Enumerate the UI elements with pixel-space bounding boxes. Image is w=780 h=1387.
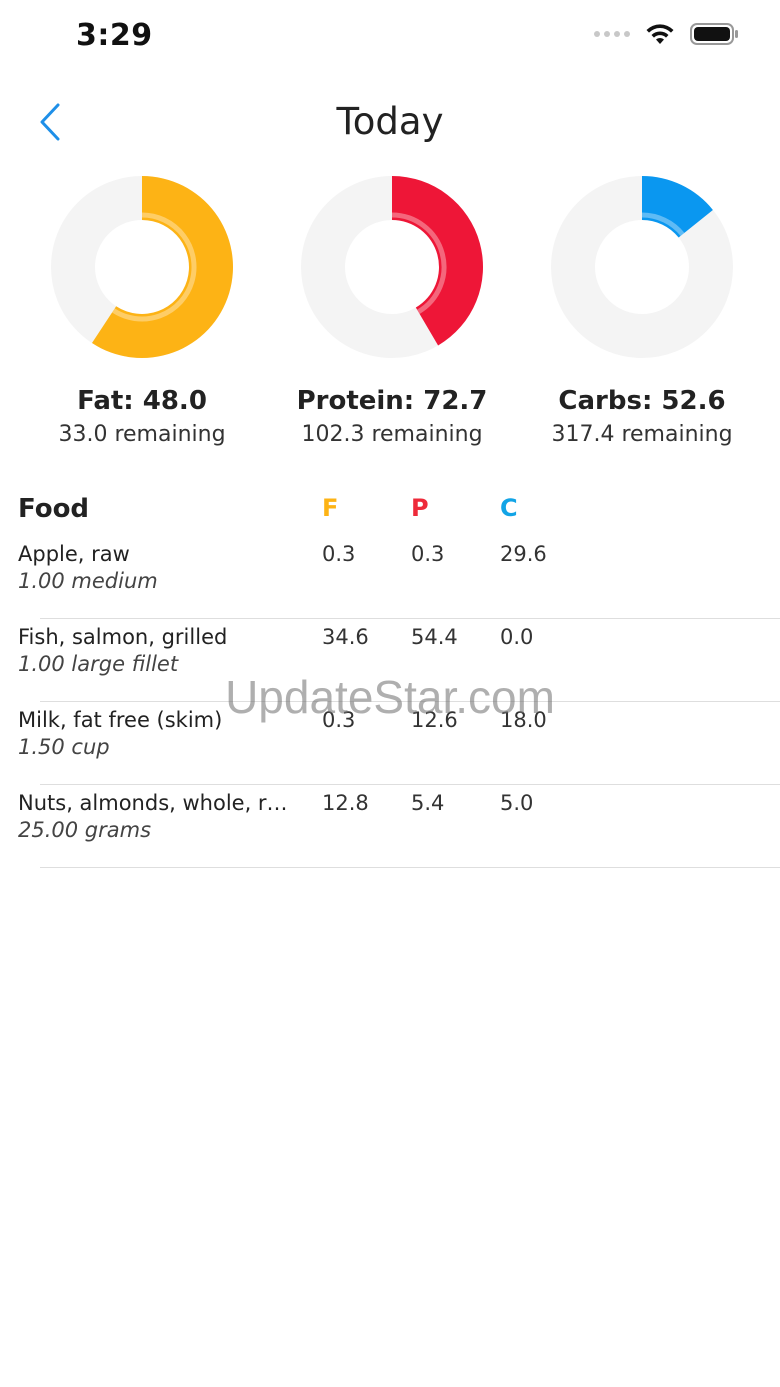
header-fat: F — [322, 494, 339, 522]
food-carbs: 0.0 — [500, 625, 534, 649]
food-protein: 5.4 — [411, 791, 445, 815]
food-fat: 34.6 — [322, 625, 369, 649]
carbs-ring-chart — [551, 176, 733, 358]
nav-bar: Today — [0, 86, 780, 160]
food-quantity: 1.50 cup — [18, 735, 110, 759]
protein-label: Protein: 72.7 — [296, 386, 488, 416]
food-quantity: 1.00 large fillet — [18, 652, 179, 676]
food-protein: 12.6 — [411, 708, 458, 732]
table-row[interactable]: Fish, salmon, grilled 1.00 large fillet … — [0, 619, 780, 702]
food-protein: 0.3 — [411, 542, 445, 566]
table-row[interactable]: Apple, raw 1.00 medium 0.3 0.3 29.6 — [0, 536, 780, 619]
food-carbs: 5.0 — [500, 791, 534, 815]
status-icons — [594, 22, 740, 46]
protein-ring-chart — [301, 176, 484, 358]
fat-remaining: 33.0 remaining — [58, 422, 226, 447]
macro-fat: Fat: 48.0 33.0 remaining — [17, 172, 267, 447]
food-name: Apple, raw — [18, 542, 130, 566]
carbs-remaining: 317.4 remaining — [551, 422, 733, 447]
fat-ring-chart — [51, 176, 233, 358]
status-bar: 3:29 — [0, 0, 780, 80]
table-row[interactable]: Nuts, almonds, whole, r… 25.00 grams 12.… — [0, 785, 780, 868]
food-name: Milk, fat free (skim) — [18, 708, 223, 732]
food-name: Fish, salmon, grilled — [18, 625, 228, 649]
row-divider — [40, 867, 780, 868]
food-name: Nuts, almonds, whole, r… — [18, 791, 288, 815]
food-quantity: 25.00 grams — [18, 818, 152, 842]
cellular-signal-icon — [594, 31, 630, 37]
macro-protein: Protein: 72.7 102.3 remaining — [267, 172, 517, 447]
table-row[interactable]: Milk, fat free (skim) 1.50 cup 0.3 12.6 … — [0, 702, 780, 785]
food-carbs: 29.6 — [500, 542, 547, 566]
carbs-label: Carbs: 52.6 — [558, 386, 726, 416]
macro-carbs: Carbs: 52.6 317.4 remaining — [517, 172, 767, 447]
header-food: Food — [18, 494, 90, 524]
macro-summary: Fat: 48.0 33.0 remaining Protein: 72.7 1… — [0, 172, 780, 472]
food-carbs: 18.0 — [500, 708, 547, 732]
fat-label: Fat: 48.0 — [77, 386, 207, 416]
fat-segment-highlight — [112, 212, 197, 322]
food-protein: 54.4 — [411, 625, 458, 649]
food-table: Food F P C Apple, raw 1.00 medium 0.3 0.… — [0, 490, 780, 868]
status-time: 3:29 — [76, 18, 153, 53]
food-fat: 12.8 — [322, 791, 369, 815]
food-fat: 0.3 — [322, 708, 356, 732]
protein-remaining: 102.3 remaining — [301, 422, 483, 447]
table-header: Food F P C — [0, 490, 780, 536]
battery-icon — [690, 23, 738, 45]
food-quantity: 1.00 medium — [18, 569, 158, 593]
header-protein: P — [411, 494, 429, 522]
page-title: Today — [336, 100, 444, 143]
food-fat: 0.3 — [322, 542, 356, 566]
header-carbs: C — [500, 494, 518, 522]
wifi-icon — [646, 24, 674, 44]
